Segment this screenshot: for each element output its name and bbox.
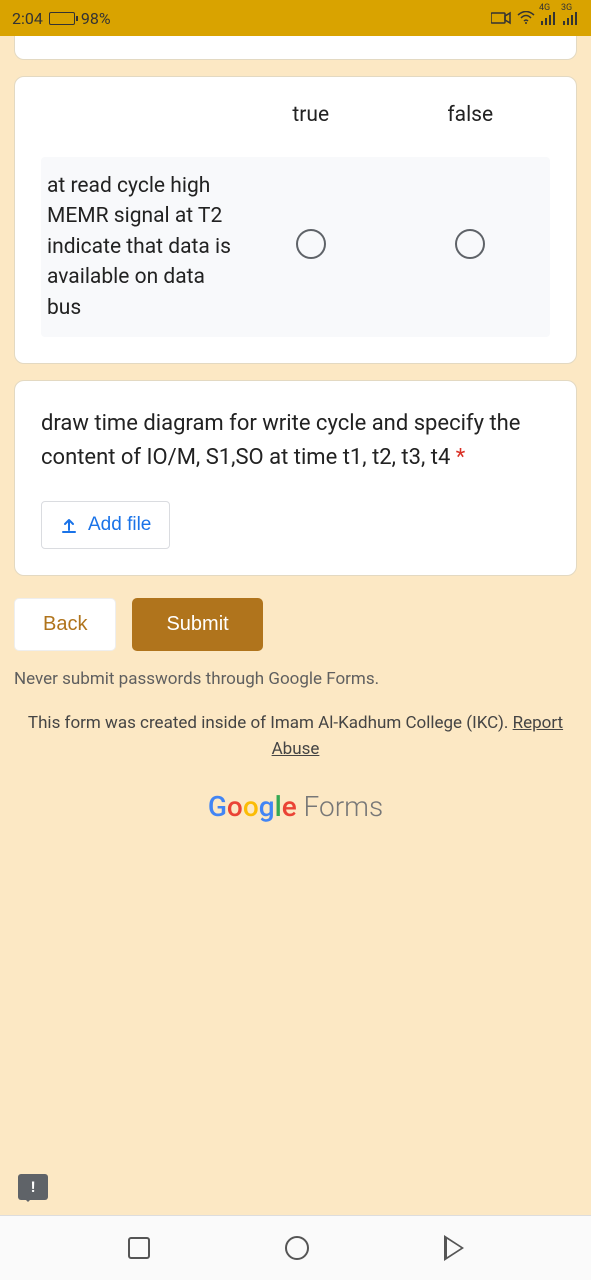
question-card-upload: draw time diagram for write cycle and sp… xyxy=(14,380,577,576)
camera-icon xyxy=(491,11,511,25)
net-4g-label: 4G xyxy=(539,3,550,13)
question-text-body: draw time diagram for write cycle and sp… xyxy=(41,411,520,470)
nav-back-icon[interactable] xyxy=(444,1235,464,1261)
android-navbar xyxy=(0,1216,591,1280)
feedback-button[interactable]: ! xyxy=(18,1174,48,1200)
back-button[interactable]: Back xyxy=(14,598,116,651)
forms-word: Forms xyxy=(297,790,383,823)
grid-header: true false xyxy=(41,103,550,127)
grid-row: at read cycle high MEMR signal at T2 ind… xyxy=(41,157,550,337)
status-right: 4G 3G xyxy=(491,11,579,25)
created-inside-text: This form was created inside of Imam Al-… xyxy=(14,711,577,762)
status-bar: 2:04 98% 4G 3G xyxy=(0,0,591,36)
button-row: Back Submit xyxy=(14,598,577,651)
wifi-icon xyxy=(517,11,535,25)
form-content: true false at read cycle high MEMR signa… xyxy=(0,36,591,1215)
add-file-button[interactable]: Add file xyxy=(41,501,170,549)
status-time: 2:04 xyxy=(12,9,43,28)
upload-icon xyxy=(60,516,78,534)
created-pre: This form was created inside of Imam Al-… xyxy=(28,713,513,733)
question-text: draw time diagram for write cycle and sp… xyxy=(41,407,550,475)
col-false-header: false xyxy=(391,103,551,127)
status-left: 2:04 98% xyxy=(12,9,111,28)
required-asterisk: * xyxy=(456,445,465,470)
battery-pct: 98% xyxy=(81,9,111,28)
radio-false[interactable] xyxy=(455,229,485,259)
col-true-header: true xyxy=(231,103,391,127)
nav-recent-icon[interactable] xyxy=(128,1237,150,1259)
prev-card-sliver xyxy=(14,36,577,60)
signal-4g-icon xyxy=(541,11,557,25)
radio-true[interactable] xyxy=(296,229,326,259)
google-forms-logo[interactable]: Google Forms xyxy=(14,790,577,823)
password-warning: Never submit passwords through Google Fo… xyxy=(14,669,577,689)
grid-row-label: at read cycle high MEMR signal at T2 ind… xyxy=(41,171,231,323)
question-card-grid: true false at read cycle high MEMR signa… xyxy=(14,76,577,364)
exclaim-icon: ! xyxy=(31,1178,35,1196)
nav-home-icon[interactable] xyxy=(285,1236,309,1260)
submit-button[interactable]: Submit xyxy=(132,598,262,651)
battery-icon xyxy=(49,12,75,25)
net-3g-label: 3G xyxy=(561,3,572,13)
add-file-label: Add file xyxy=(88,514,151,536)
signal-3g-icon xyxy=(563,11,579,25)
